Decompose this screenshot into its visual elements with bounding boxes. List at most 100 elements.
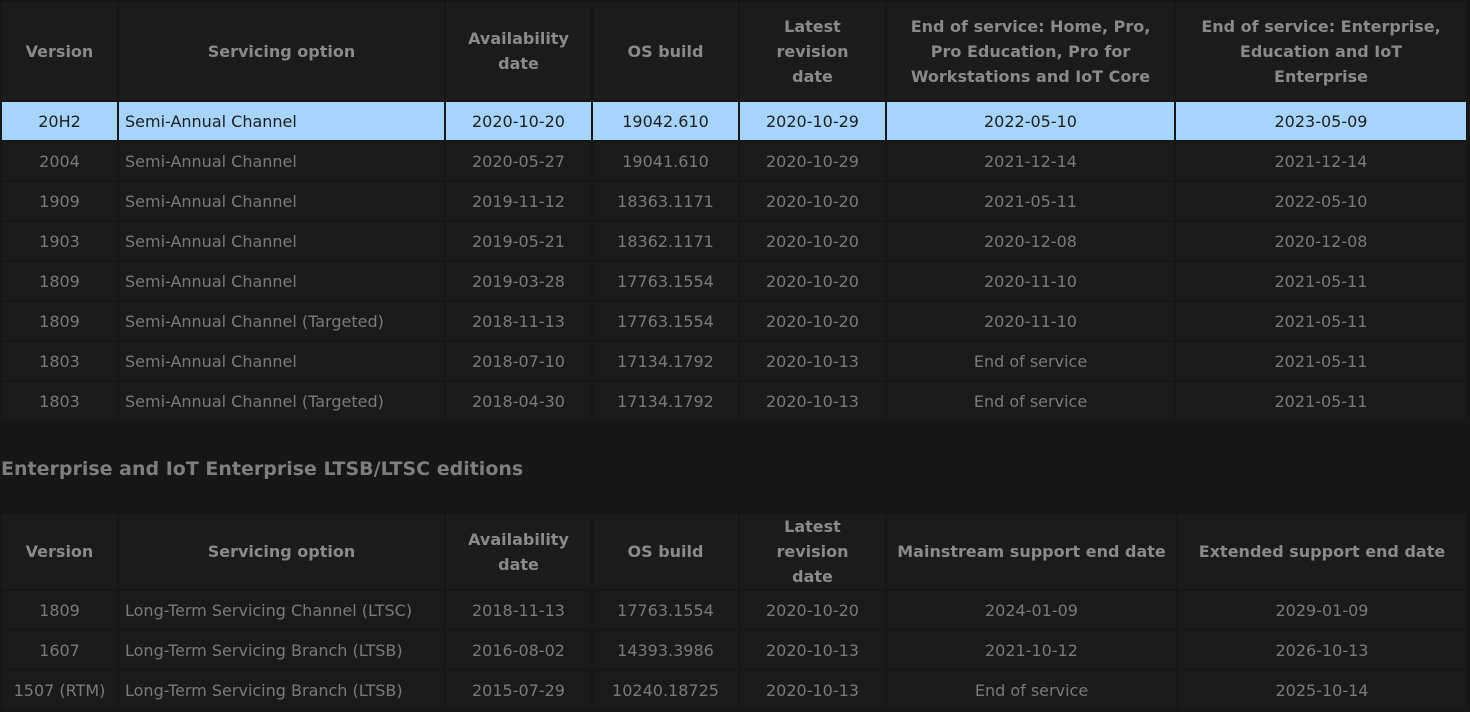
cell-servicing-option: Semi-Annual Channel bbox=[119, 182, 444, 220]
table-row[interactable]: 1809 Long-Term Servicing Channel (LTSC) 20… bbox=[2, 591, 1466, 629]
cell-version: 1803 bbox=[2, 342, 117, 380]
cell-availability-date: 2018-11-13 bbox=[446, 302, 591, 340]
col-header-latest-revision-date[interactable]: Latest revision date bbox=[740, 514, 885, 589]
col-header-os-build[interactable]: OS build bbox=[593, 2, 738, 100]
cell-latest-revision-date: 2020-10-20 bbox=[740, 262, 885, 300]
cell-version: 1809 bbox=[2, 302, 117, 340]
cell-version: 20H2 bbox=[2, 102, 117, 140]
section-title-ltsc: Enterprise and IoT Enterprise LTSB/LTSC … bbox=[1, 458, 524, 480]
cell-servicing-option: Semi-Annual Channel bbox=[119, 342, 444, 380]
col-header-version[interactable]: Version bbox=[2, 2, 117, 100]
col-header-version[interactable]: Version bbox=[2, 514, 117, 589]
table-row[interactable]: 1909 Semi-Annual Channel 2019-11-12 18363.1… bbox=[2, 182, 1466, 220]
cell-os-build: 17134.1792 bbox=[593, 342, 738, 380]
cell-end-date-b: 2029-01-09 bbox=[1178, 591, 1466, 629]
cell-servicing-option: Semi-Annual Channel bbox=[119, 262, 444, 300]
col-header-latest-revision-date[interactable]: Latest revision date bbox=[740, 2, 885, 100]
col-header-extended-support-end[interactable]: Extended support end date bbox=[1178, 514, 1466, 589]
cell-os-build: 18363.1171 bbox=[593, 182, 738, 220]
cell-end-date-b: 2023-05-09 bbox=[1176, 102, 1466, 140]
cell-version: 2004 bbox=[2, 142, 117, 180]
cell-version: 1803 bbox=[2, 382, 117, 420]
cell-end-date-a: 2020-11-10 bbox=[887, 302, 1174, 340]
cell-availability-date: 2018-04-30 bbox=[446, 382, 591, 420]
cell-latest-revision-date: 2020-10-29 bbox=[740, 102, 885, 140]
cell-servicing-option: Long-Term Servicing Branch (LTSB) bbox=[119, 671, 444, 709]
release-table-semi-annual: Version Servicing option Availability da… bbox=[0, 0, 1468, 422]
cell-end-date-b: 2020-12-08 bbox=[1176, 222, 1466, 260]
cell-availability-date: 2019-11-12 bbox=[446, 182, 591, 220]
table-row[interactable]: 1607 Long-Term Servicing Branch (LTSB) 201… bbox=[2, 631, 1466, 669]
cell-latest-revision-date: 2020-10-13 bbox=[740, 631, 885, 669]
cell-os-build: 19041.610 bbox=[593, 142, 738, 180]
col-header-end-of-service-enterprise[interactable]: End of service: Enterprise, Education an… bbox=[1176, 2, 1466, 100]
col-header-mainstream-support-end[interactable]: Mainstream support end date bbox=[887, 514, 1176, 589]
table-row[interactable]: 1803 Semi-Annual Channel 2018-07-10 17134.1… bbox=[2, 342, 1466, 380]
table-header-row: Version Servicing option Availability da… bbox=[2, 514, 1466, 589]
cell-version: 1809 bbox=[2, 262, 117, 300]
cell-end-date-a: End of service bbox=[887, 671, 1176, 709]
release-table-ltsc: Version Servicing option Availability da… bbox=[0, 512, 1468, 711]
cell-latest-revision-date: 2020-10-13 bbox=[740, 342, 885, 380]
cell-os-build: 19042.610 bbox=[593, 102, 738, 140]
cell-end-date-b: 2022-05-10 bbox=[1176, 182, 1466, 220]
table-row[interactable]: 2004 Semi-Annual Channel 2020-05-27 19041.6… bbox=[2, 142, 1466, 180]
cell-servicing-option: Long-Term Servicing Channel (LTSC) bbox=[119, 591, 444, 629]
cell-version: 1507 (RTM) bbox=[2, 671, 117, 709]
cell-os-build: 14393.3986 bbox=[593, 631, 738, 669]
table-row[interactable]: 1809 Semi-Annual Channel 2019-03-28 17763.1… bbox=[2, 262, 1466, 300]
cell-end-date-b: 2021-12-14 bbox=[1176, 142, 1466, 180]
cell-version: 1909 bbox=[2, 182, 117, 220]
cell-end-date-a: 2021-12-14 bbox=[887, 142, 1174, 180]
col-header-availability-date[interactable]: Availability date bbox=[446, 2, 591, 100]
cell-latest-revision-date: 2020-10-20 bbox=[740, 182, 885, 220]
table-row[interactable]: 1809 Semi-Annual Channel (Targeted) 2018-1… bbox=[2, 302, 1466, 340]
cell-version: 1809 bbox=[2, 591, 117, 629]
cell-availability-date: 2016-08-02 bbox=[446, 631, 591, 669]
cell-os-build: 17763.1554 bbox=[593, 262, 738, 300]
cell-end-date-a: 2022-05-10 bbox=[887, 102, 1174, 140]
cell-end-date-a: 2021-10-12 bbox=[887, 631, 1176, 669]
cell-end-date-b: 2021-05-11 bbox=[1176, 302, 1466, 340]
cell-end-date-b: 2025-10-14 bbox=[1178, 671, 1466, 709]
cell-os-build: 18362.1171 bbox=[593, 222, 738, 260]
cell-latest-revision-date: 2020-10-13 bbox=[740, 382, 885, 420]
table-header-row: Version Servicing option Availability da… bbox=[2, 2, 1466, 100]
cell-latest-revision-date: 2020-10-20 bbox=[740, 222, 885, 260]
cell-version: 1903 bbox=[2, 222, 117, 260]
cell-end-date-a: End of service bbox=[887, 342, 1174, 380]
cell-servicing-option: Semi-Annual Channel bbox=[119, 222, 444, 260]
col-header-os-build[interactable]: OS build bbox=[593, 514, 738, 589]
cell-end-date-b: 2021-05-11 bbox=[1176, 382, 1466, 420]
table-row[interactable]: 1803 Semi-Annual Channel (Targeted) 2018-0… bbox=[2, 382, 1466, 420]
cell-availability-date: 2020-05-27 bbox=[446, 142, 591, 180]
cell-end-date-a: End of service bbox=[887, 382, 1174, 420]
col-header-availability-date[interactable]: Availability date bbox=[446, 514, 591, 589]
page: Version Servicing option Availability da… bbox=[0, 0, 1470, 712]
col-header-servicing-option[interactable]: Servicing option bbox=[119, 514, 444, 589]
cell-end-date-b: 2026-10-13 bbox=[1178, 631, 1466, 669]
table-row[interactable]: 20H2 Semi-Annual Channel 2020-10-20 19042.6… bbox=[2, 102, 1466, 140]
cell-version: 1607 bbox=[2, 631, 117, 669]
cell-availability-date: 2018-11-13 bbox=[446, 591, 591, 629]
cell-servicing-option: Semi-Annual Channel (Targeted) bbox=[119, 382, 444, 420]
cell-end-date-b: 2021-05-11 bbox=[1176, 262, 1466, 300]
cell-os-build: 17763.1554 bbox=[593, 591, 738, 629]
cell-latest-revision-date: 2020-10-13 bbox=[740, 671, 885, 709]
cell-end-date-b: 2021-05-11 bbox=[1176, 342, 1466, 380]
cell-end-date-a: 2020-11-10 bbox=[887, 262, 1174, 300]
cell-availability-date: 2015-07-29 bbox=[446, 671, 591, 709]
cell-end-date-a: 2024-01-09 bbox=[887, 591, 1176, 629]
cell-os-build: 17134.1792 bbox=[593, 382, 738, 420]
cell-os-build: 17763.1554 bbox=[593, 302, 738, 340]
cell-end-date-a: 2021-05-11 bbox=[887, 182, 1174, 220]
col-header-end-of-service-home-pro[interactable]: End of service: Home, Pro, Pro Education… bbox=[887, 2, 1174, 100]
table-row[interactable]: 1507 (RTM) Long-Term Servicing Branch (LT… bbox=[2, 671, 1466, 709]
cell-os-build: 10240.18725 bbox=[593, 671, 738, 709]
cell-servicing-option: Semi-Annual Channel bbox=[119, 142, 444, 180]
cell-servicing-option: Semi-Annual Channel bbox=[119, 102, 444, 140]
cell-latest-revision-date: 2020-10-29 bbox=[740, 142, 885, 180]
cell-latest-revision-date: 2020-10-20 bbox=[740, 302, 885, 340]
col-header-servicing-option[interactable]: Servicing option bbox=[119, 2, 444, 100]
table-row[interactable]: 1903 Semi-Annual Channel 2019-05-21 18362.1… bbox=[2, 222, 1466, 260]
